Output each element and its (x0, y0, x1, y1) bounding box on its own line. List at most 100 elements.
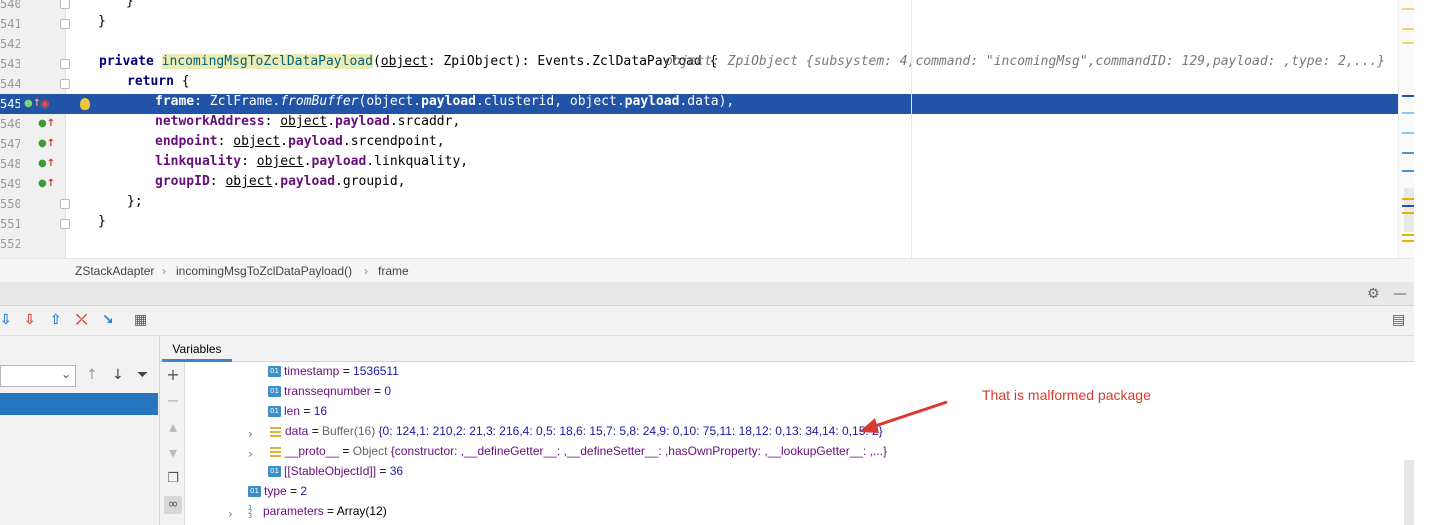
code-line[interactable]: }; (66, 194, 1414, 214)
code-line[interactable]: networkAddress: object.payload.srcaddr, (66, 114, 1414, 134)
evaluate-icon[interactable]: ▦ (134, 312, 147, 328)
current-execution-line[interactable]: 545 ●↑ ◉ frame: ZclFrame.fromBuffer(obje… (0, 94, 1414, 114)
primitive-icon: 01 (268, 406, 281, 418)
remove-watch-icon[interactable]: − (164, 392, 182, 410)
var-name: transseqnumber (284, 384, 371, 398)
marker-stripe[interactable] (1402, 152, 1414, 154)
variable-row[interactable]: 01 timestamp = 1536511 (268, 364, 399, 384)
code-line[interactable]: private incomingMsgToZclDataPayload(obje… (66, 54, 1414, 74)
code-text: : ZclFrame. (194, 94, 281, 109)
chevron-down-icon: ⌄ (60, 367, 71, 381)
marker-stripe[interactable] (1402, 240, 1414, 242)
code-line[interactable]: } (66, 14, 1414, 34)
code-text: . (475, 94, 484, 109)
override-icon[interactable]: ●↑ (38, 134, 55, 154)
variable-row[interactable]: 01 len = 16 (268, 404, 327, 424)
var-name: data (285, 424, 309, 438)
override-icon[interactable]: ●↑ (24, 94, 41, 114)
move-down-icon[interactable]: ▾ (164, 444, 182, 462)
override-icon[interactable]: ●↑ (38, 114, 55, 134)
var-value: {0: 124,1: 210,2: 21,3: 216,4: 0,5: 18,6… (378, 424, 883, 438)
paren: ( (372, 54, 381, 69)
variable-row[interactable]: __proto__ = Object {constructor: ,__defi… (270, 444, 887, 464)
code-line[interactable]: return { (66, 74, 1414, 94)
thread-dropdown[interactable]: ⌄ (0, 365, 76, 387)
expand-icon[interactable]: › (248, 444, 253, 464)
variable-row[interactable]: data = Buffer(16) {0: 124,1: 210,2: 21,3… (270, 424, 883, 444)
override-icon[interactable]: ●↑ (38, 154, 55, 174)
code-line[interactable]: } (66, 0, 1414, 14)
marker-stripe[interactable] (1402, 42, 1414, 44)
object-icon (270, 426, 281, 437)
filter-icon[interactable]: ⏷ (137, 367, 148, 383)
drop-frame-icon[interactable]: ⤫ (76, 312, 87, 328)
var-name: [[StableObjectId]] (284, 464, 377, 478)
brace: } (126, 0, 134, 9)
arrow-down-icon[interactable]: ↓ (112, 367, 124, 383)
variable-row[interactable]: 01 transseqnumber = 0 (268, 384, 391, 404)
expand-icon[interactable]: › (228, 504, 233, 524)
breadcrumb-item[interactable]: ZStackAdapter (75, 259, 154, 283)
selected-frame[interactable] (0, 393, 158, 415)
bulb-icon[interactable] (80, 98, 90, 110)
line-number: 540 (0, 0, 20, 11)
code-line[interactable]: } (66, 214, 1414, 234)
override-icon[interactable]: ●↑ (38, 174, 55, 194)
glasses-icon[interactable]: ∞ (164, 496, 182, 514)
marker-stripe[interactable] (1402, 212, 1414, 214)
marker-stripe[interactable] (1402, 234, 1414, 236)
variables-scrollbar[interactable] (1404, 460, 1414, 525)
run-to-cursor-icon[interactable]: ↘ (102, 312, 114, 328)
code-text: , object. (554, 94, 625, 109)
variable-row[interactable]: 01 [[StableObjectId]] = 36 (268, 464, 403, 484)
marker-stripe[interactable] (1402, 132, 1414, 134)
step-over-icon[interactable]: ⇩ (0, 312, 12, 328)
marker-stripe[interactable] (1402, 8, 1414, 10)
minimize-icon[interactable]: — (1393, 286, 1407, 302)
add-watch-icon[interactable]: + (164, 366, 182, 384)
marker-stripe[interactable] (1402, 112, 1414, 114)
marker-stripe[interactable] (1402, 205, 1414, 207)
variable-row[interactable]: 01 type = 2 (248, 484, 307, 504)
right-margin-guide (911, 0, 912, 258)
breakpoint-icon[interactable]: ◉ (40, 94, 50, 114)
code-text: ), (718, 94, 735, 109)
inline-debug-hint: object: ZpiObject {subsystem: 4,command:… (665, 54, 1386, 69)
variables-tabbar: Variables (160, 336, 1414, 362)
prop-payload: payload (311, 154, 367, 169)
step-into-icon[interactable]: ⇩ (24, 312, 36, 328)
breadcrumb-separator: › (364, 264, 368, 278)
marker-stripe[interactable] (1402, 198, 1414, 200)
variable-row[interactable]: 1 2 3 parameters = Array(12) (248, 504, 387, 524)
code-line[interactable]: linkquality: object.payload.linkquality, (66, 154, 1414, 174)
variables-tree[interactable]: 01 timestamp = 1536511 01 transseqnumber =… (186, 362, 1404, 525)
breadcrumb-item[interactable]: incomingMsgToZclDataPayload() (176, 259, 352, 283)
annotation-arrow (859, 400, 948, 433)
param-object: object (380, 54, 428, 69)
marker-stripe[interactable] (1402, 170, 1414, 172)
line-number: 552 (0, 237, 20, 251)
tab-variables[interactable]: Variables (162, 336, 232, 362)
copy-icon[interactable]: ❐ (164, 470, 182, 488)
brace: }; (127, 194, 143, 209)
var-name: timestamp (284, 364, 340, 378)
marker-stripe[interactable] (1402, 28, 1414, 30)
gear-icon[interactable]: ⚙ (1367, 286, 1380, 302)
breadcrumb-item[interactable]: frame (378, 259, 409, 283)
arrow-up-icon[interactable]: ↑ (86, 367, 98, 383)
variables-side-toolbar: + − ▴ ▾ ❐ ∞ (160, 362, 185, 525)
code-editor[interactable]: 540 541 542 543 544 546 547 548 549 550 … (0, 0, 1436, 258)
frames-panel: ⌄ ↑ ↓ ⏷ (0, 336, 160, 525)
method-fromBuffer: fromBuffer (280, 94, 359, 109)
prop-field: linkquality (374, 154, 461, 169)
code-line[interactable]: endpoint: object.payload.srcendpoint, (66, 134, 1414, 154)
prop-payload: payload (421, 94, 476, 109)
layout-icon[interactable]: ▤ (1392, 312, 1405, 328)
step-out-icon[interactable]: ⇧ (50, 312, 62, 328)
editor-scroll-thumb[interactable] (1404, 188, 1414, 232)
marker-stripe[interactable] (1402, 95, 1414, 97)
expand-icon[interactable]: › (248, 424, 253, 444)
move-up-icon[interactable]: ▴ (164, 418, 182, 436)
annotation-text: That is malformed package (982, 387, 1151, 403)
code-line[interactable]: groupID: object.payload.groupid, (66, 174, 1414, 194)
